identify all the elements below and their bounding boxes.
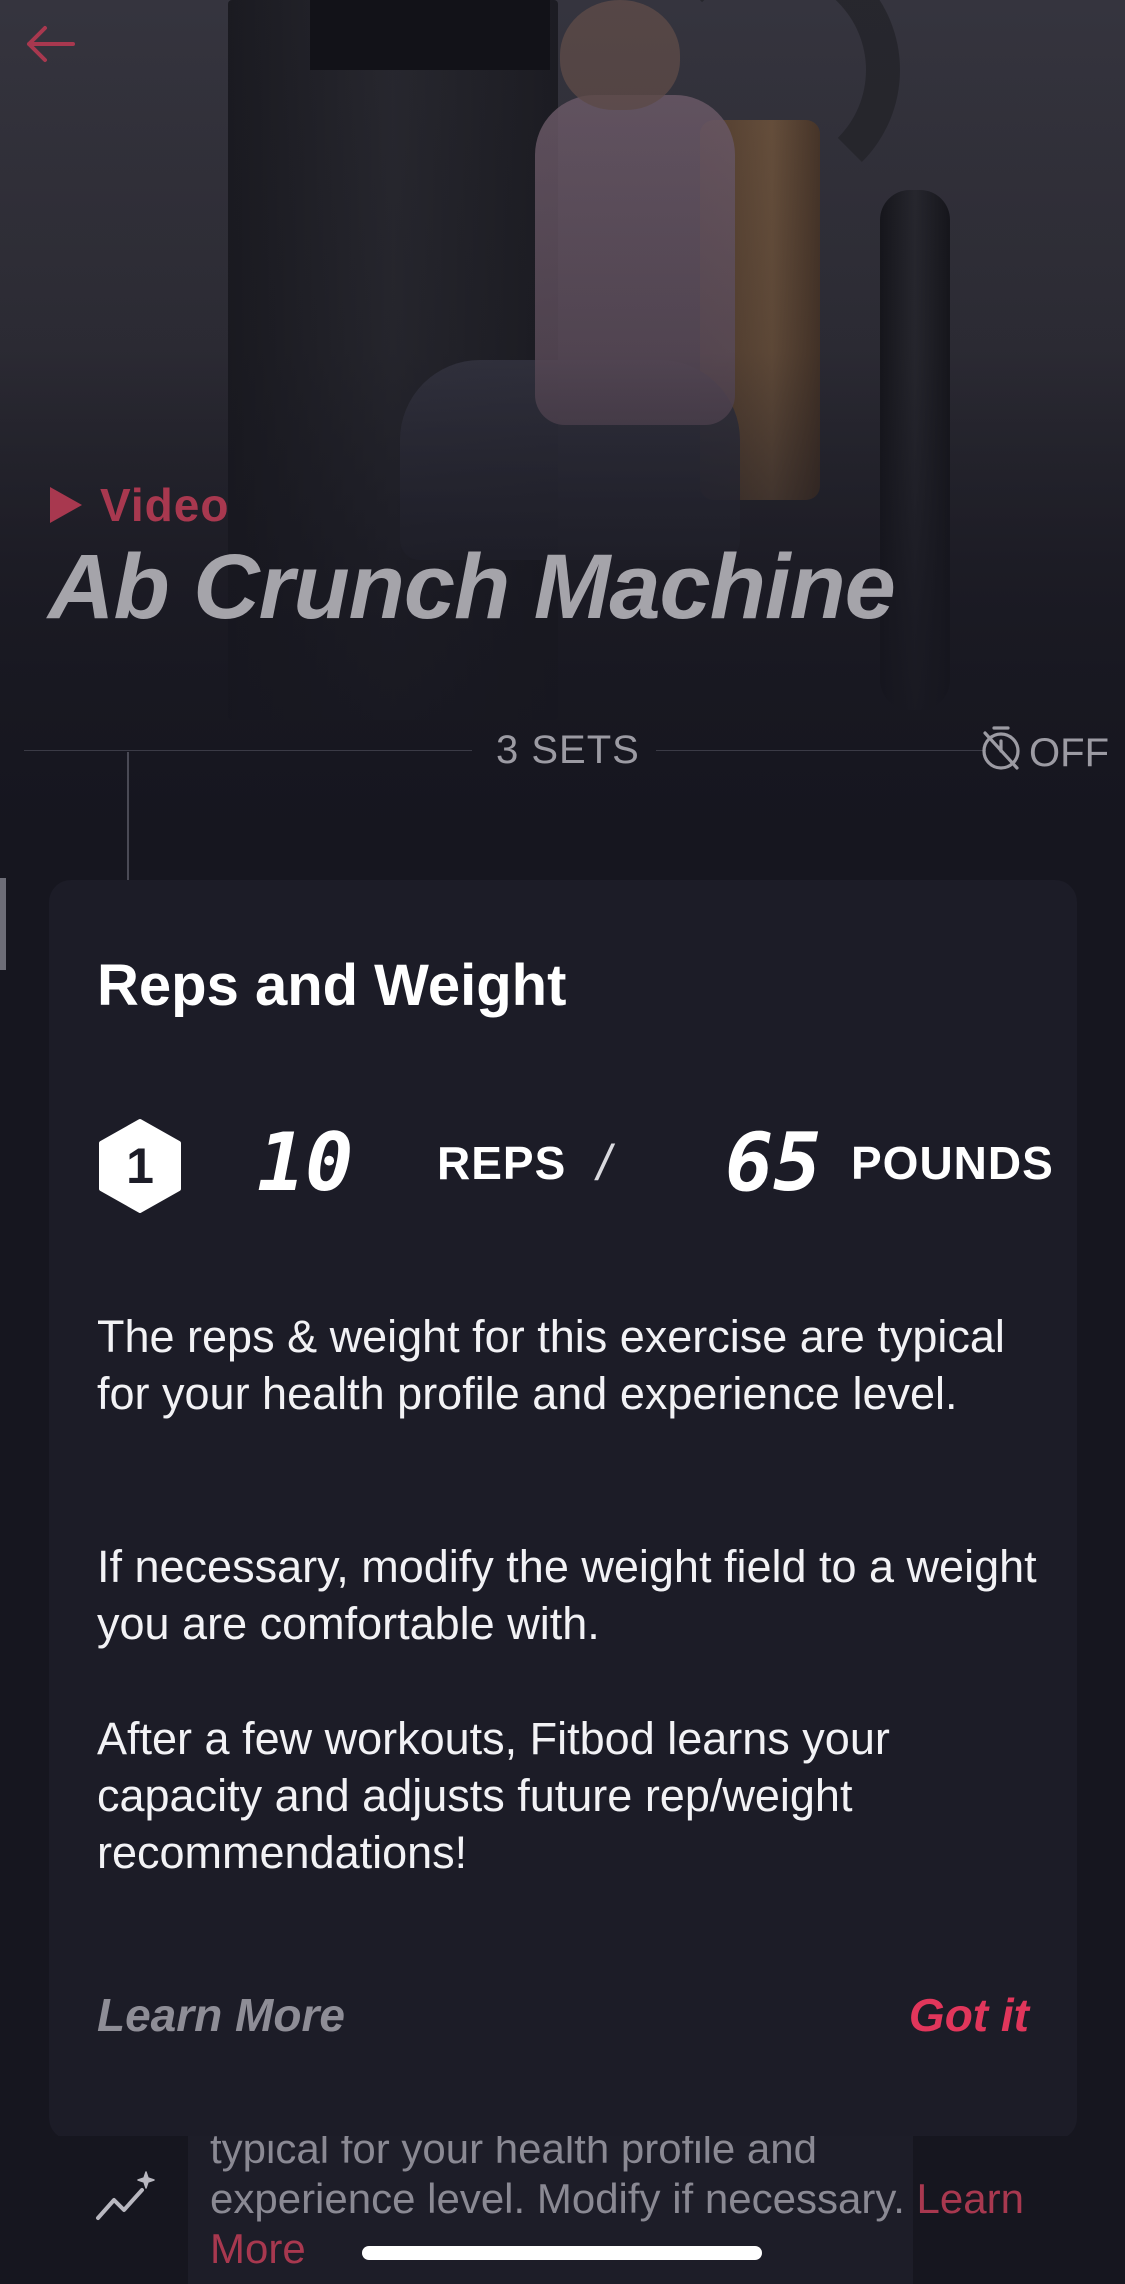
trend-sparkle-icon xyxy=(92,2166,162,2226)
arrow-left-icon xyxy=(23,23,77,70)
divider-right xyxy=(656,750,986,751)
set-connector-line xyxy=(127,752,129,880)
exercise-title: Ab Crunch Machine xyxy=(48,536,896,638)
video-label: Video xyxy=(100,479,230,531)
reps-weight-info-card: Reps and Weight 1 10 REPS / 65 POUNDS Th… xyxy=(49,880,1077,2140)
play-icon xyxy=(50,487,82,523)
weight-unit: POUNDS xyxy=(851,1137,1054,1189)
info-paragraph-3: After a few workouts, Fitbod learns your… xyxy=(97,1713,890,1878)
tip-learn-link[interactable]: Learn xyxy=(917,2175,1024,2222)
divider-left xyxy=(24,750,472,751)
reps-value[interactable]: 10 xyxy=(257,1116,353,1209)
scroll-edge-marker xyxy=(0,878,6,970)
tip-line-2: experience level. Modify if necessary. L… xyxy=(210,2174,1110,2224)
tip-line-2-text: experience level. Modify if necessary. xyxy=(210,2175,905,2222)
video-button[interactable]: Video xyxy=(50,478,229,532)
set-stats-row: 1 10 REPS / 65 POUNDS xyxy=(97,1110,1053,1220)
info-paragraph-2: If necessary, modify the weight field to… xyxy=(97,1541,1037,1649)
back-button[interactable] xyxy=(18,18,82,74)
set-number-badge: 1 xyxy=(97,1118,183,1214)
home-indicator[interactable] xyxy=(362,2246,762,2260)
info-paragraph-1: The reps & weight for this exercise are … xyxy=(97,1311,1005,1419)
rest-timer-toggle[interactable]: OFF xyxy=(979,724,1109,782)
reps-unit: REPS xyxy=(437,1137,567,1189)
weight-value[interactable]: 65 xyxy=(725,1116,821,1209)
card-title: Reps and Weight xyxy=(97,953,567,1018)
timer-label: OFF xyxy=(1029,730,1109,775)
tip-line-1: typical for your health profile and xyxy=(210,2136,818,2172)
sets-label: 3 SETS xyxy=(496,728,640,772)
set-number: 1 xyxy=(126,1138,154,1194)
learn-more-button[interactable]: Learn More xyxy=(97,1988,345,2042)
timer-off-icon xyxy=(979,724,1023,782)
tip-banner: typical for your health profile and expe… xyxy=(0,2136,1125,2284)
separator: / xyxy=(597,1135,611,1191)
screen: Video Ab Crunch Machine 3 SETS OFF Reps … xyxy=(0,0,1125,2284)
sets-bar: 3 SETS OFF xyxy=(24,720,1109,780)
got-it-button[interactable]: Got it xyxy=(909,1988,1029,2042)
